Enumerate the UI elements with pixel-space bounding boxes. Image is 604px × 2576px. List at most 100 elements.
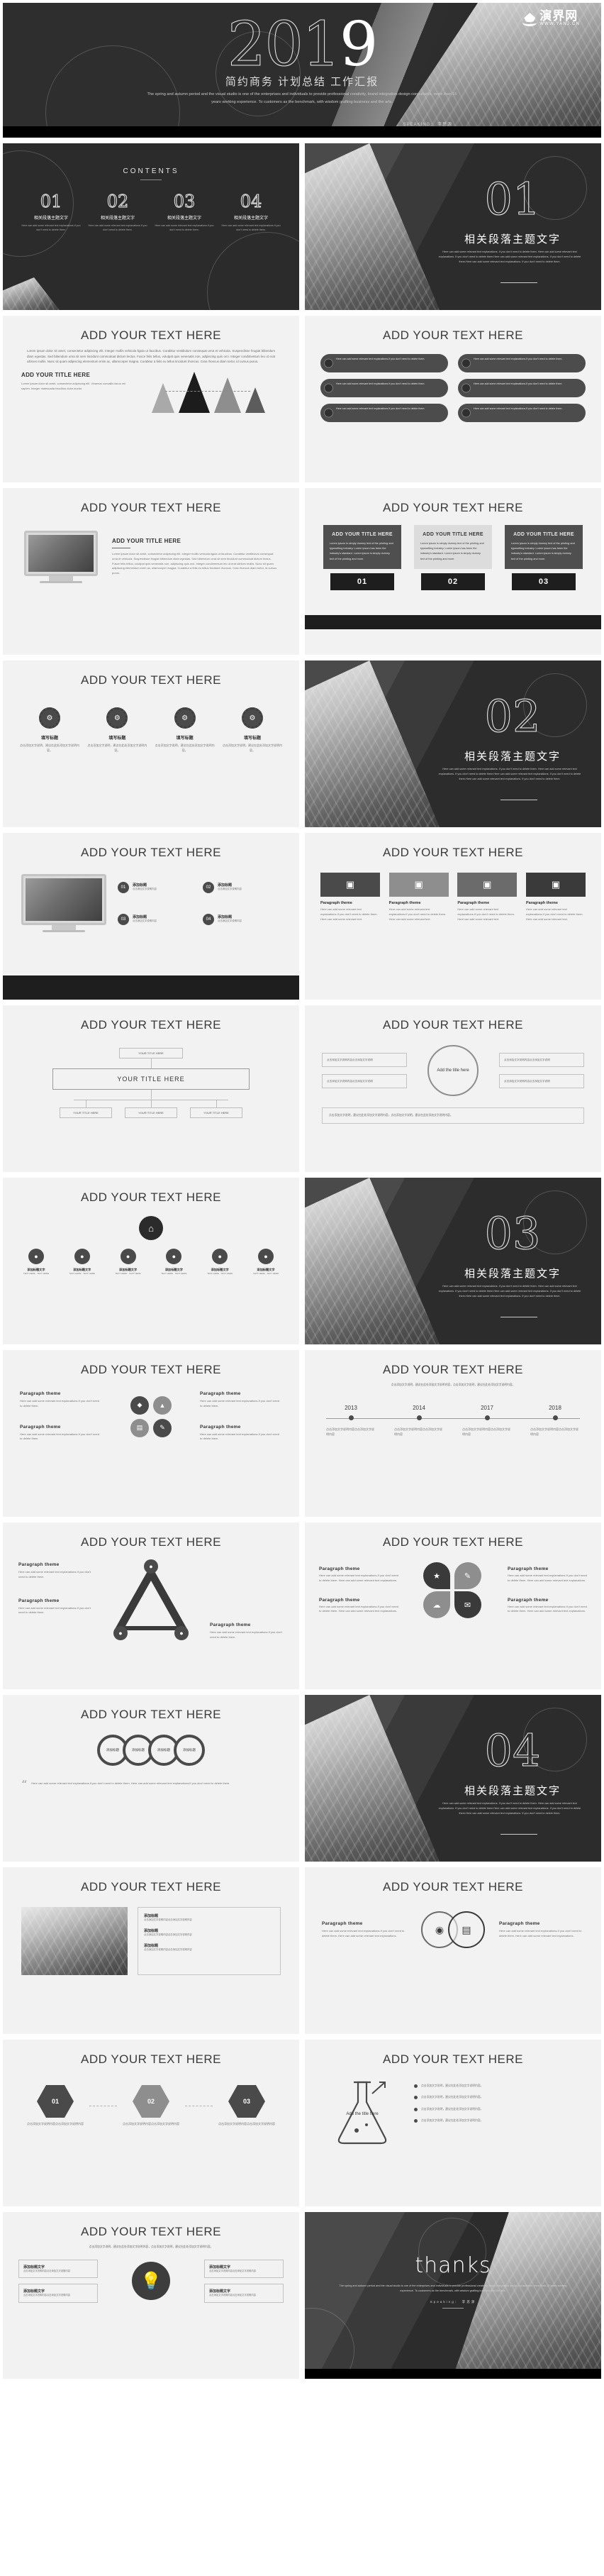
orbit-item[interactable]: 点击添加文字说明内容点击添加文字说明 [499, 1052, 584, 1067]
slide-photolist[interactable]: ADD YOUR TEXT HERE 添加标题 点击添加文字说明内容点击添加文字… [3, 1867, 299, 2034]
badge-item[interactable]: ● 添加标题文字 TEXT HERE · TEXT HERE [245, 1249, 286, 1276]
slide-contents[interactable]: CONTENTS 01 相关段落主题文字 Here can add some r… [3, 143, 299, 310]
slide-orbit[interactable]: ADD YOUR TEXT HERE 点击添加文字说明内容点击添加文字说明 点击… [305, 1005, 601, 1172]
iconcol-item[interactable]: Paragraph theme Here can add some releva… [20, 1391, 102, 1442]
slide-iconcols[interactable]: ADD YOUR TEXT HERE Paragraph theme Here … [3, 1350, 299, 1517]
slide-timeline[interactable]: ADD YOUR TEXT HERE 点击添加文字说明，建议在此处添加文字说明内… [305, 1350, 601, 1517]
contents-item[interactable]: 02 相关段落主题文字 Here can add some relevant t… [88, 192, 147, 233]
slide-section-1[interactable]: 01 相关段落主题文字 Here can add some relevant t… [305, 143, 601, 310]
puzzle-item[interactable]: ▣ Paragraph theme Here can add some rele… [388, 873, 449, 922]
org-child[interactable]: YOUR TITLE HERE [190, 1107, 242, 1118]
slide-section-2[interactable]: 02 相关段落主题文字 Here can add some relevant t… [305, 660, 601, 827]
org-child[interactable]: YOUR TITLE HERE [60, 1107, 112, 1118]
org-child[interactable]: YOUR TITLE HERE [125, 1107, 177, 1118]
cell-timeline: ADD YOUR TEXT HERE 点击添加文字说明，建议在此处添加文字说明内… [302, 1347, 604, 1520]
photolist-item[interactable]: 添加标题 点击添加文字说明内容点击添加文字说明内容 [144, 1943, 274, 1952]
puzzle-item[interactable]: ▣ Paragraph theme Here can add some rele… [525, 873, 586, 922]
slide-pills[interactable]: ADD YOUR TEXT HERE Here can add some rel… [305, 316, 601, 482]
photolist-item[interactable]: 添加标题 点击添加文字说明内容点击添加文字说明内容 [144, 1928, 274, 1937]
slide-badges[interactable]: ADD YOUR TEXT HERE ⌂ ● 添加标题文字 TEXT HERE … [3, 1178, 299, 1344]
iconcol-item[interactable]: Paragraph theme Here can add some releva… [200, 1391, 282, 1442]
slide-flask[interactable]: ADD YOUR TEXT HERE Add the title here 点击… [305, 2040, 601, 2206]
slide-pyramid[interactable]: ADD YOUR TEXT HERE Lorem ipsum dolor sit… [3, 316, 299, 482]
gear-item[interactable]: ⚙ 填写标题 点击添加文字说明，建议在此处添加文字说明内容。 [155, 707, 215, 753]
badge-item[interactable]: ● 添加标题文字 TEXT HERE · TEXT HERE [16, 1249, 57, 1276]
orbit-item[interactable]: 点击添加文字说明内容点击添加文字说明 [322, 1074, 407, 1089]
puzzle-item[interactable]: ▣ Paragraph theme Here can add some rele… [320, 873, 380, 922]
pill-item[interactable]: Here can add some relevant text explanat… [320, 354, 448, 372]
card-text: Lorem ipsum is simply dummy text of the … [420, 542, 484, 560]
hexagon-item[interactable]: 02 点击添加文字说明内容点击添加文字说明内容 [117, 2085, 185, 2127]
flask-item[interactable]: 点击添加文字说明，建议在此处添加文字说明内容。 [414, 2095, 583, 2100]
badge-item[interactable]: ● 添加标题文字 TEXT HERE · TEXT HERE [62, 1249, 103, 1276]
pill-item[interactable]: Here can add some relevant text explanat… [320, 404, 448, 422]
badge-item[interactable]: ● 添加标题文字 TEXT HERE · TEXT HERE [153, 1249, 194, 1276]
gear-item[interactable]: ⚙ 填写标题 点击添加文字说明，建议在此处添加文字说明内容。 [20, 707, 79, 753]
timeline-dot[interactable] [552, 1415, 558, 1420]
slide-heading: ADD YOUR TEXT HERE [383, 1018, 523, 1032]
bulb-item[interactable]: 添加标题文字 点击添加文字说明内容点击添加文字说明内容 [18, 2284, 98, 2304]
slide-monitorlist[interactable]: ADD YOUR TEXT HERE 01 添加标题 点击添加文字说明内容 02… [3, 833, 299, 1000]
slide-bulb[interactable]: ADD YOUR TEXT HERE 点击添加文字说明，建议在此处添加文字说明内… [3, 2212, 299, 2379]
triangle-node-icon[interactable]: ● [113, 1626, 128, 1640]
photolist-item[interactable]: 添加标题 点击添加文字说明内容点击添加文字说明内容 [144, 1913, 274, 1923]
twocircles-graphic: ◉ ▤ [421, 1911, 485, 1948]
slide-section-3[interactable]: 03 相关段落主题文字 Here can add some relevant t… [305, 1178, 601, 1344]
org-root[interactable]: YOUR TITLE HERE [119, 1048, 183, 1058]
puzzle-item[interactable]: ▣ Paragraph theme Here can add some rele… [457, 873, 518, 922]
flask-item[interactable]: 点击添加文字说明，建议在此处添加文字说明内容。 [414, 2118, 583, 2123]
leaf-left: Paragraph theme Here can add some releva… [319, 1566, 398, 1614]
badge-desc: TEXT HERE · TEXT HERE [207, 1272, 233, 1275]
triangle-node-icon[interactable]: ● [144, 1559, 158, 1574]
timeline-dot[interactable] [416, 1415, 422, 1420]
pill-item[interactable]: Here can add some relevant text explanat… [458, 404, 586, 422]
org-center[interactable]: YOUR TITLE HERE [52, 1068, 250, 1090]
orbit-item[interactable]: 点击添加文字说明内容点击添加文字说明 [499, 1074, 584, 1089]
slide-hexagons[interactable]: ADD YOUR TEXT HERE 01 点击添加文字说明内容点击添加文字说明… [3, 2040, 299, 2206]
gear-item[interactable]: ⚙ 填写标题 点击添加文字说明，建议在此处添加文字说明内容。 [223, 707, 282, 753]
list-item[interactable]: 02 添加标题 点击添加文字说明内容 [203, 874, 281, 900]
slide-title[interactable]: 演界网 WWW.YANJ.CN 2019 简约商务 计划总结 工作汇报 The … [3, 3, 601, 138]
slide-gears[interactable]: ADD YOUR TEXT HERE ⚙ 填写标题 点击添加文字说明，建议在此处… [3, 660, 299, 827]
hexagon-item[interactable]: 03 点击添加文字说明内容点击添加文字说明内容 [213, 2085, 281, 2127]
badge-item[interactable]: ● 添加标题文字 TEXT HERE · TEXT HERE [199, 1249, 240, 1276]
slide-triangle[interactable]: ADD YOUR TEXT HERE Paragraph theme Here … [3, 1522, 299, 1689]
orbit-item[interactable]: 点击添加文字说明内容点击添加文字说明 [322, 1052, 407, 1067]
badge-item[interactable]: ● 添加标题文字 TEXT HERE · TEXT HERE [108, 1249, 149, 1276]
slide-thanks[interactable]: thanks The spring and autumn period and … [305, 2212, 601, 2379]
pill-item[interactable]: Here can add some relevant text explanat… [458, 379, 586, 397]
bulb-item[interactable]: 添加标题文字 点击添加文字说明内容点击添加文字说明内容 [204, 2259, 284, 2279]
card-item[interactable]: ADD YOUR TITLE HERE Lorem ipsum is simpl… [505, 525, 583, 590]
triangle-node-icon[interactable]: ● [174, 1626, 189, 1640]
contents-item[interactable]: 04 相关段落主题文字 Here can add some relevant t… [221, 192, 281, 233]
slide-rings[interactable]: ADD YOUR TEXT HERE 添加标题 添加标题 添加标题 添加标题 “… [3, 1695, 299, 1862]
slide-heading: ADD YOUR TEXT HERE [81, 2225, 221, 2238]
flask-item[interactable]: 点击添加文字说明，建议在此处添加文字说明内容。 [414, 2084, 583, 2088]
twocircle-item[interactable]: Paragraph theme Here can add some releva… [322, 1921, 407, 1939]
slide-twocircles[interactable]: ADD YOUR TEXT HERE Paragraph theme Here … [305, 1867, 601, 2034]
pill-item[interactable]: Here can add some relevant text explanat… [458, 354, 586, 372]
hexagon-item[interactable]: 01 点击添加文字说明内容点击添加文字说明内容 [21, 2085, 89, 2127]
pill-item[interactable]: Here can add some relevant text explanat… [320, 379, 448, 397]
timeline-dot[interactable] [484, 1415, 490, 1420]
orbit-center[interactable]: Add the title here [427, 1045, 479, 1096]
contents-item[interactable]: 03 相关段落主题文字 Here can add some relevant t… [155, 192, 214, 233]
flask-item[interactable]: 点击添加文字说明，建议在此处添加文字说明内容。 [414, 2107, 583, 2111]
slide-puzzle[interactable]: ADD YOUR TEXT HERE ▣ Paragraph theme Her… [305, 833, 601, 1000]
ring-item[interactable]: 添加标题 [174, 1735, 205, 1766]
list-item[interactable]: 03 添加标题 点击添加文字说明内容 [118, 906, 196, 932]
slide-monitor[interactable]: ADD YOUR TEXT HERE ADD YOUR TITLE HERE L… [3, 488, 299, 655]
list-item[interactable]: 04 添加标题 点击添加文字说明内容 [203, 906, 281, 932]
slide-org[interactable]: ADD YOUR TEXT HERE YOUR TITLE HERE YOUR … [3, 1005, 299, 1172]
bulb-item[interactable]: 添加标题文字 点击添加文字说明内容点击添加文字说明内容 [204, 2284, 284, 2304]
card-item[interactable]: ADD YOUR TITLE HERE Lorem ipsum is simpl… [414, 525, 492, 590]
slide-leaf[interactable]: ADD YOUR TEXT HERE Paragraph theme Here … [305, 1522, 601, 1689]
slide-cards3[interactable]: ADD YOUR TEXT HERE ADD YOUR TITLE HERE L… [305, 488, 601, 655]
card-item[interactable]: ADD YOUR TITLE HERE Lorem ipsum is simpl… [323, 525, 401, 590]
gear-item[interactable]: ⚙ 填写标题 点击添加文字说明，建议在此处添加文字说明内容。 [87, 707, 147, 753]
slide-section-4[interactable]: 04 相关段落主题文字 Here can add some relevant t… [305, 1695, 601, 1862]
timeline-dot[interactable] [348, 1415, 354, 1420]
list-item[interactable]: 01 添加标题 点击添加文字说明内容 [118, 874, 196, 900]
twocircle-item[interactable]: Paragraph theme Here can add some releva… [499, 1921, 584, 1939]
bulb-item[interactable]: 添加标题文字 点击添加文字说明内容点击添加文字说明内容 [18, 2259, 98, 2279]
